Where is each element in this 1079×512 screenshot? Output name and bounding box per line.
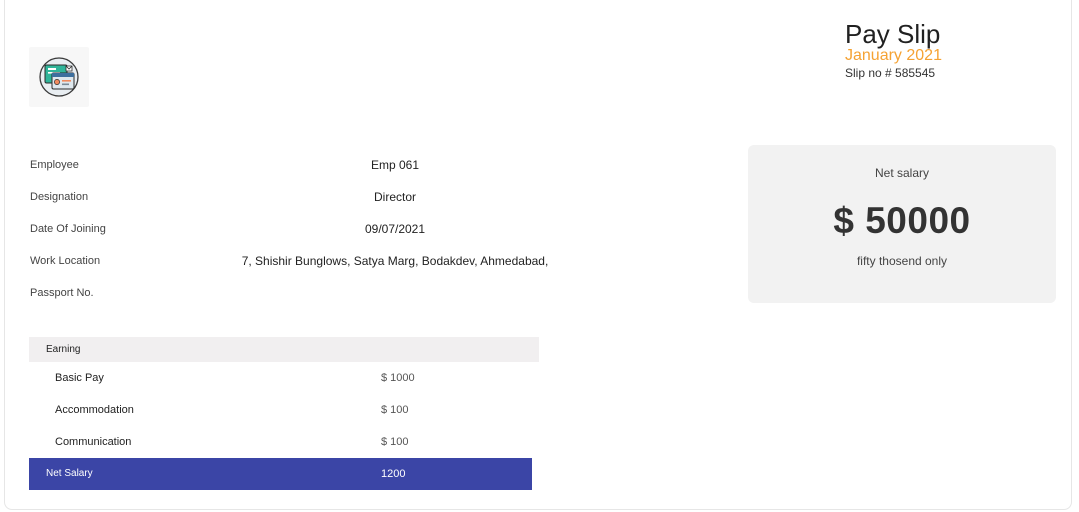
earning-name: Communication — [55, 436, 132, 448]
info-label: Employee — [30, 159, 79, 171]
net-salary-total-row: Net Salary 1200 — [29, 458, 532, 490]
info-value: 09/07/2021 — [364, 222, 426, 236]
earning-name: Accommodation — [55, 404, 134, 416]
info-label: Work Location — [30, 255, 101, 267]
info-value: Director — [373, 190, 416, 204]
earnings-header: Earning — [29, 337, 539, 362]
info-label: Designation — [30, 191, 89, 203]
pay-period: January 2021 — [845, 47, 942, 64]
net-salary-label: Net salary — [874, 166, 930, 180]
earning-value: $ 1000 — [381, 372, 415, 384]
total-label: Net Salary — [46, 468, 93, 479]
net-salary-amount: $ 50000 — [833, 200, 971, 241]
info-label: Passport No. — [30, 287, 94, 299]
payslip-document-icon — [39, 57, 79, 97]
earning-name: Basic Pay — [55, 372, 104, 384]
payslip-header: Pay Slip January 2021 Slip no # 585545 — [845, 20, 1045, 81]
table-row: Basic Pay $ 1000 — [29, 362, 539, 394]
page-title: Pay Slip — [845, 19, 941, 49]
net-salary-words: fifty thosend only — [856, 254, 948, 268]
info-value: 7, Shishir Bunglows, Satya Marg, Bodakde… — [241, 254, 549, 268]
table-row: Accommodation $ 100 — [29, 394, 539, 426]
table-row: Communication $ 100 — [29, 426, 539, 458]
slip-number: Slip no # 585545 — [845, 66, 936, 80]
net-salary-panel: Net salary $ 50000 fifty thosend only — [748, 145, 1056, 303]
info-value: Emp 061 — [370, 158, 420, 172]
total-value: 1200 — [381, 468, 406, 480]
company-logo — [29, 47, 89, 107]
earning-value: $ 100 — [381, 436, 409, 448]
earning-value: $ 100 — [381, 404, 409, 416]
info-label: Date Of Joining — [30, 223, 106, 235]
